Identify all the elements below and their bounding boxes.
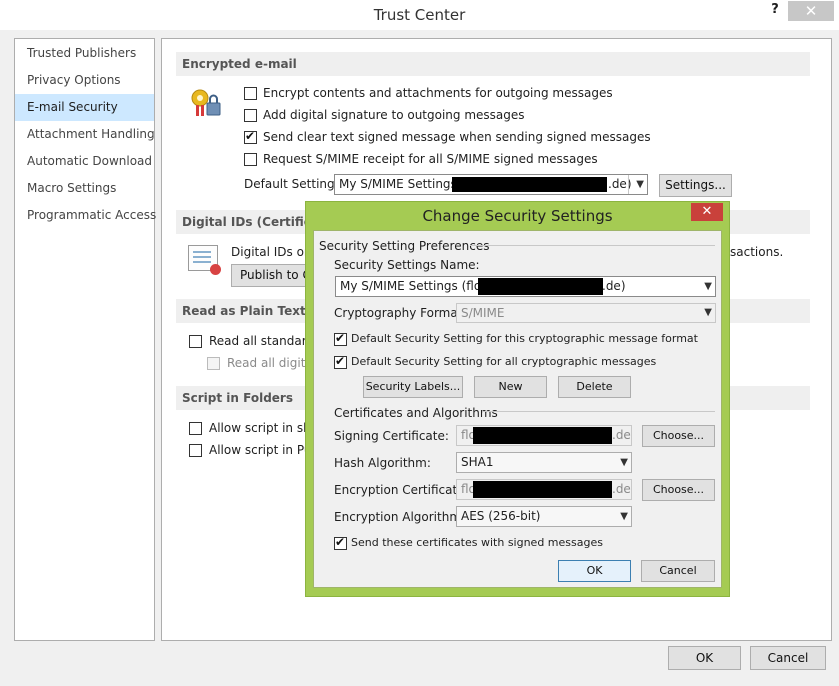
encryption-lock-icon xyxy=(191,89,221,116)
allow-script-shared-label: Allow script in sha xyxy=(209,421,319,435)
settings-button[interactable]: Settings... xyxy=(659,174,732,197)
signing-cert-suffix: .de xyxy=(612,428,631,442)
encryption-algorithm-select[interactable]: AES (256-bit) ▼ xyxy=(456,506,632,527)
settings-name-suffix: .de) xyxy=(602,279,626,293)
crypto-format-select[interactable]: S/MIME ▼ xyxy=(456,303,716,323)
digital-ids-text-end: sactions. xyxy=(730,245,784,259)
clear-text-signed-label: Send clear text signed message when send… xyxy=(263,130,651,144)
smime-receipt-checkbox[interactable] xyxy=(244,153,257,166)
clear-text-signed-checkbox[interactable] xyxy=(244,129,257,144)
read-digital-plain-label: Read all digital xyxy=(227,356,317,370)
security-settings-name-label: Security Settings Name: xyxy=(334,258,480,272)
encrypt-contents-label: Encrypt contents and attachments for out… xyxy=(263,86,613,100)
chevron-down-icon: ▼ xyxy=(704,307,712,318)
certificate-icon xyxy=(188,245,221,275)
group-certificates: Certificates and Algorithms xyxy=(334,406,498,420)
combo-divider xyxy=(628,175,629,194)
send-certificates-checkbox[interactable] xyxy=(334,535,347,550)
redaction-block xyxy=(473,481,612,498)
crypto-format-value: S/MIME xyxy=(461,306,505,320)
allow-script-public-checkbox[interactable] xyxy=(189,444,202,457)
default-setting-label: Default Setting: xyxy=(244,177,339,191)
help-button[interactable]: ? xyxy=(766,2,784,22)
chevron-down-icon: ▼ xyxy=(620,511,628,522)
encryption-cert-suffix: .de xyxy=(612,482,631,496)
choose-signing-cert-button[interactable]: Choose... xyxy=(642,425,715,447)
sidebar-item-attachment-handling[interactable]: Attachment Handling xyxy=(15,121,155,148)
send-certificates-label: Send these certificates with signed mess… xyxy=(351,536,603,549)
encryption-cert-label: Encryption Certificate: xyxy=(334,483,469,497)
read-plain-text-checkbox[interactable] xyxy=(189,335,202,348)
encryption-algorithm-label: Encryption Algorithm: xyxy=(334,510,466,524)
redaction-block xyxy=(478,278,603,295)
hash-algorithm-label: Hash Algorithm: xyxy=(334,456,431,470)
signing-cert-label: Signing Certificate: xyxy=(334,429,449,443)
dialog-close-button[interactable]: ✕ xyxy=(691,203,723,221)
settings-name-prefix: My S/MIME Settings (flo xyxy=(340,279,482,293)
window-close-button[interactable]: ✕ xyxy=(788,1,834,21)
dialog-ok-button[interactable]: OK xyxy=(558,560,631,582)
group-divider xyxy=(470,245,715,246)
trust-center-cancel-button[interactable]: Cancel xyxy=(750,646,826,670)
sidebar-item-automatic-download[interactable]: Automatic Download xyxy=(15,148,154,175)
default-all-checkbox[interactable] xyxy=(334,354,347,369)
group-security-preferences: Security Setting Preferences xyxy=(319,239,490,253)
hash-algorithm-value: SHA1 xyxy=(461,455,494,469)
sidebar-item-programmatic-access[interactable]: Programmatic Access xyxy=(15,202,156,229)
signing-cert-field[interactable]: flo .de xyxy=(456,425,632,446)
read-digital-plain-checkbox[interactable] xyxy=(207,357,220,370)
sidebar-item-privacy-options[interactable]: Privacy Options xyxy=(15,67,154,94)
allow-script-shared-checkbox[interactable] xyxy=(189,422,202,435)
crypto-format-label: Cryptography Format: xyxy=(334,306,467,320)
window-title: Trust Center xyxy=(373,6,466,24)
chevron-down-icon: ▼ xyxy=(636,179,644,190)
chevron-down-icon: ▼ xyxy=(704,281,712,292)
sidebar-item-trusted-publishers[interactable]: Trusted Publishers xyxy=(15,40,154,67)
section-encrypted-email: Encrypted e-mail xyxy=(176,52,810,76)
delete-button[interactable]: Delete xyxy=(558,376,631,398)
smime-receipt-label: Request S/MIME receipt for all S/MIME si… xyxy=(263,152,598,166)
sidebar-item-macro-settings[interactable]: Macro Settings xyxy=(15,175,154,202)
publish-to-gal-button[interactable]: Publish to G xyxy=(231,264,311,287)
sidebar: Trusted Publishers Privacy Options E-mai… xyxy=(14,38,156,641)
encrypt-contents-checkbox[interactable] xyxy=(244,87,257,100)
dialog-cancel-button[interactable]: Cancel xyxy=(641,560,715,582)
redaction-block xyxy=(452,177,607,192)
redaction-block xyxy=(473,427,612,444)
choose-encryption-cert-button[interactable]: Choose... xyxy=(642,479,715,501)
allow-script-public-label: Allow script in Pub xyxy=(209,443,320,457)
sidebar-item-email-security[interactable]: E-mail Security xyxy=(15,94,154,121)
chevron-down-icon: ▼ xyxy=(620,457,628,468)
encryption-cert-field[interactable]: flo .de xyxy=(456,479,632,500)
group-divider xyxy=(482,411,715,412)
default-format-label: Default Security Setting for this crypto… xyxy=(351,332,698,345)
add-signature-label: Add digital signature to outgoing messag… xyxy=(263,108,525,122)
dialog-title: Change Security Settings xyxy=(422,207,613,225)
default-setting-select[interactable]: My S/MIME Settings (flo .de) ▼ xyxy=(334,174,648,195)
encryption-algorithm-value: AES (256-bit) xyxy=(461,509,541,523)
add-signature-checkbox[interactable] xyxy=(244,109,257,122)
default-all-label: Default Security Setting for all cryptog… xyxy=(351,355,657,368)
trust-center-ok-button[interactable]: OK xyxy=(668,646,741,670)
default-format-checkbox[interactable] xyxy=(334,331,347,346)
security-labels-button[interactable]: Security Labels... xyxy=(363,376,463,398)
security-settings-name-select[interactable]: My S/MIME Settings (flo .de) ▼ xyxy=(335,276,716,297)
new-button[interactable]: New xyxy=(474,376,547,398)
hash-algorithm-select[interactable]: SHA1 ▼ xyxy=(456,452,632,473)
